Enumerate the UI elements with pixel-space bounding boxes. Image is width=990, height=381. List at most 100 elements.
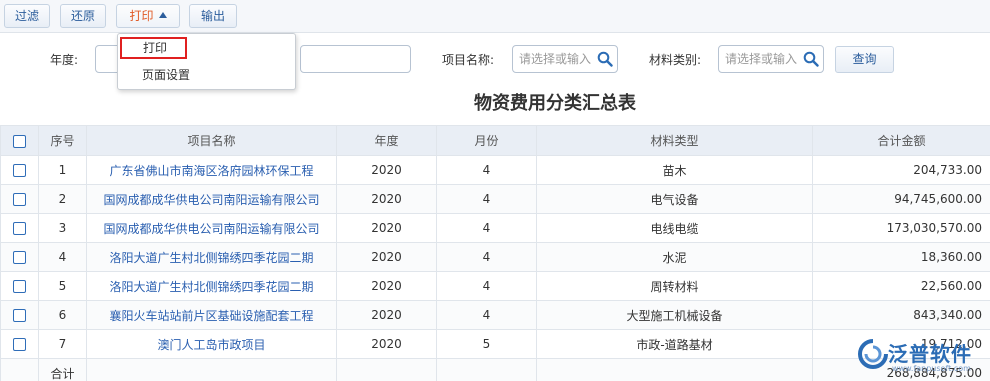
col-header-month[interactable]: 月份 bbox=[436, 125, 537, 156]
select-all-checkbox[interactable] bbox=[13, 134, 26, 148]
table-row[interactable]: 1 广东省佛山市南海区洛府园林环保工程 2020 4 苗木 204,733.00 bbox=[0, 155, 990, 185]
cell-project-link[interactable]: 洛阳大道广生村北侧锦绣四季花园二期 bbox=[86, 242, 337, 272]
filter-button[interactable]: 过滤 bbox=[4, 4, 50, 28]
cell-total-amount: 843,340.00 bbox=[812, 300, 990, 330]
caret-up-icon bbox=[158, 12, 167, 18]
table-row[interactable]: 6 襄阳火车站站前片区基础设施配套工程 2020 4 大型施工机械设备 843,… bbox=[0, 300, 990, 330]
print-button-label: 打印 bbox=[129, 9, 154, 23]
print-dropdown-menu: 打印 页面设置 bbox=[117, 33, 296, 90]
project-placeholder: 请选择或输入 bbox=[519, 52, 592, 66]
total-label: 合计 bbox=[38, 358, 87, 381]
row-checkbox-cell[interactable] bbox=[0, 184, 39, 214]
query-button[interactable]: 查询 bbox=[835, 46, 894, 73]
secondary-input[interactable] bbox=[300, 45, 411, 73]
cell-index: 2 bbox=[38, 184, 87, 214]
cell-total-amount: 18,360.00 bbox=[812, 242, 990, 272]
table-row[interactable]: 2 国网成都成华供电公司南阳运输有限公司 2020 4 电气设备 94,745,… bbox=[0, 184, 990, 214]
cell-project-link[interactable]: 国网成都成华供电公司南阳运输有限公司 bbox=[86, 213, 337, 243]
cell-year: 2020 bbox=[336, 271, 437, 301]
cell-material-type: 苗木 bbox=[536, 155, 813, 185]
cell-material-type: 市政-道路基材 bbox=[536, 329, 813, 359]
cell-month: 4 bbox=[436, 184, 537, 214]
cell-month: 4 bbox=[436, 213, 537, 243]
cell-material-type: 水泥 bbox=[536, 242, 813, 272]
cell-month: 4 bbox=[436, 242, 537, 272]
restore-button[interactable]: 还原 bbox=[60, 4, 106, 28]
cell-project-link[interactable]: 广东省佛山市南海区洛府园林环保工程 bbox=[86, 155, 337, 185]
cell-year: 2020 bbox=[336, 329, 437, 359]
report-title: 物资费用分类汇总表 bbox=[474, 93, 636, 114]
export-button[interactable]: 输出 bbox=[189, 4, 237, 28]
search-icon[interactable] bbox=[597, 51, 613, 67]
material-select-input[interactable]: 请选择或输入 bbox=[718, 45, 824, 73]
cell-index: 7 bbox=[38, 329, 87, 359]
row-checkbox[interactable] bbox=[13, 280, 26, 293]
cell-total-amount: 173,030,570.00 bbox=[812, 213, 990, 243]
row-checkbox-cell[interactable] bbox=[0, 213, 39, 243]
cell-material-type: 电线电缆 bbox=[536, 213, 813, 243]
year-label: 年度: bbox=[50, 53, 79, 67]
cell-year: 2020 bbox=[336, 184, 437, 214]
table-row[interactable]: 7 澳门人工岛市政项目 2020 5 市政-道路基材 19,712.00 bbox=[0, 329, 990, 359]
total-row: 合计 268,884,875.00 bbox=[0, 358, 990, 381]
brand-logo-icon bbox=[858, 339, 888, 369]
row-checkbox-cell[interactable] bbox=[0, 242, 39, 272]
cell-year: 2020 bbox=[336, 242, 437, 272]
cell-month: 4 bbox=[436, 155, 537, 185]
total-empty-cell bbox=[536, 358, 813, 381]
material-placeholder: 请选择或输入 bbox=[725, 52, 798, 66]
cell-project-link[interactable]: 国网成都成华供电公司南阳运输有限公司 bbox=[86, 184, 337, 214]
cell-index: 3 bbox=[38, 213, 87, 243]
cell-material-type: 电气设备 bbox=[536, 184, 813, 214]
cell-index: 4 bbox=[38, 242, 87, 272]
total-empty-cell bbox=[436, 358, 537, 381]
cell-material-type: 周转材料 bbox=[536, 271, 813, 301]
print-button[interactable]: 打印 bbox=[116, 4, 180, 28]
cell-index: 5 bbox=[38, 271, 87, 301]
row-checkbox[interactable] bbox=[13, 222, 26, 235]
cell-year: 2020 bbox=[336, 300, 437, 330]
project-label: 项目名称: bbox=[442, 53, 495, 67]
brand-name: 泛普软件 bbox=[888, 342, 972, 366]
row-checkbox-cell[interactable] bbox=[0, 271, 39, 301]
cell-project-link[interactable]: 澳门人工岛市政项目 bbox=[86, 329, 337, 359]
table-row[interactable]: 5 洛阳大道广生村北侧锦绣四季花园二期 2020 4 周转材料 22,560.0… bbox=[0, 271, 990, 301]
cell-month: 5 bbox=[436, 329, 537, 359]
menu-item-print[interactable]: 打印 bbox=[120, 37, 187, 59]
row-checkbox[interactable] bbox=[13, 338, 26, 351]
table-row[interactable]: 3 国网成都成华供电公司南阳运输有限公司 2020 4 电线电缆 173,030… bbox=[0, 213, 990, 243]
col-header-index[interactable]: 序号 bbox=[38, 125, 87, 156]
cell-index: 1 bbox=[38, 155, 87, 185]
project-select-input[interactable]: 请选择或输入 bbox=[512, 45, 618, 73]
row-checkbox-cell[interactable] bbox=[0, 329, 39, 359]
cell-total-amount: 22,560.00 bbox=[812, 271, 990, 301]
col-header-year[interactable]: 年度 bbox=[336, 125, 437, 156]
brand-watermark: 泛普软件 www.fanpusoft.com bbox=[858, 330, 990, 381]
row-checkbox[interactable] bbox=[13, 164, 26, 177]
row-checkbox[interactable] bbox=[13, 251, 26, 264]
row-checkbox[interactable] bbox=[13, 309, 26, 322]
cell-year: 2020 bbox=[336, 155, 437, 185]
row-checkbox-cell[interactable] bbox=[0, 300, 39, 330]
cell-project-link[interactable]: 洛阳大道广生村北侧锦绣四季花园二期 bbox=[86, 271, 337, 301]
col-header-project[interactable]: 项目名称 bbox=[86, 125, 337, 156]
cell-year: 2020 bbox=[336, 213, 437, 243]
total-empty-cell bbox=[86, 358, 337, 381]
cell-month: 4 bbox=[436, 271, 537, 301]
cell-total-amount: 94,745,600.00 bbox=[812, 184, 990, 214]
row-checkbox-cell[interactable] bbox=[0, 155, 39, 185]
col-header-material-type[interactable]: 材料类型 bbox=[536, 125, 813, 156]
select-all-checkbox-cell[interactable] bbox=[0, 125, 39, 156]
menu-item-page-setup[interactable]: 页面设置 bbox=[118, 64, 295, 86]
row-checkbox[interactable] bbox=[13, 193, 26, 206]
table-row[interactable]: 4 洛阳大道广生村北侧锦绣四季花园二期 2020 4 水泥 18,360.00 bbox=[0, 242, 990, 272]
summary-table: 序号 项目名称 年度 月份 材料类型 合计金额 1 广东省佛山市南海区洛府园林环… bbox=[0, 125, 990, 381]
col-header-total-amount[interactable]: 合计金额 bbox=[812, 125, 990, 156]
table-header-row: 序号 项目名称 年度 月份 材料类型 合计金额 bbox=[0, 125, 990, 156]
cell-project-link[interactable]: 襄阳火车站站前片区基础设施配套工程 bbox=[86, 300, 337, 330]
toolbar: 过滤 还原 打印 输出 bbox=[0, 0, 990, 33]
search-icon[interactable] bbox=[803, 51, 819, 67]
cell-total-amount: 204,733.00 bbox=[812, 155, 990, 185]
cell-index: 6 bbox=[38, 300, 87, 330]
brand-url: www.fanpusoft.com bbox=[892, 364, 971, 373]
